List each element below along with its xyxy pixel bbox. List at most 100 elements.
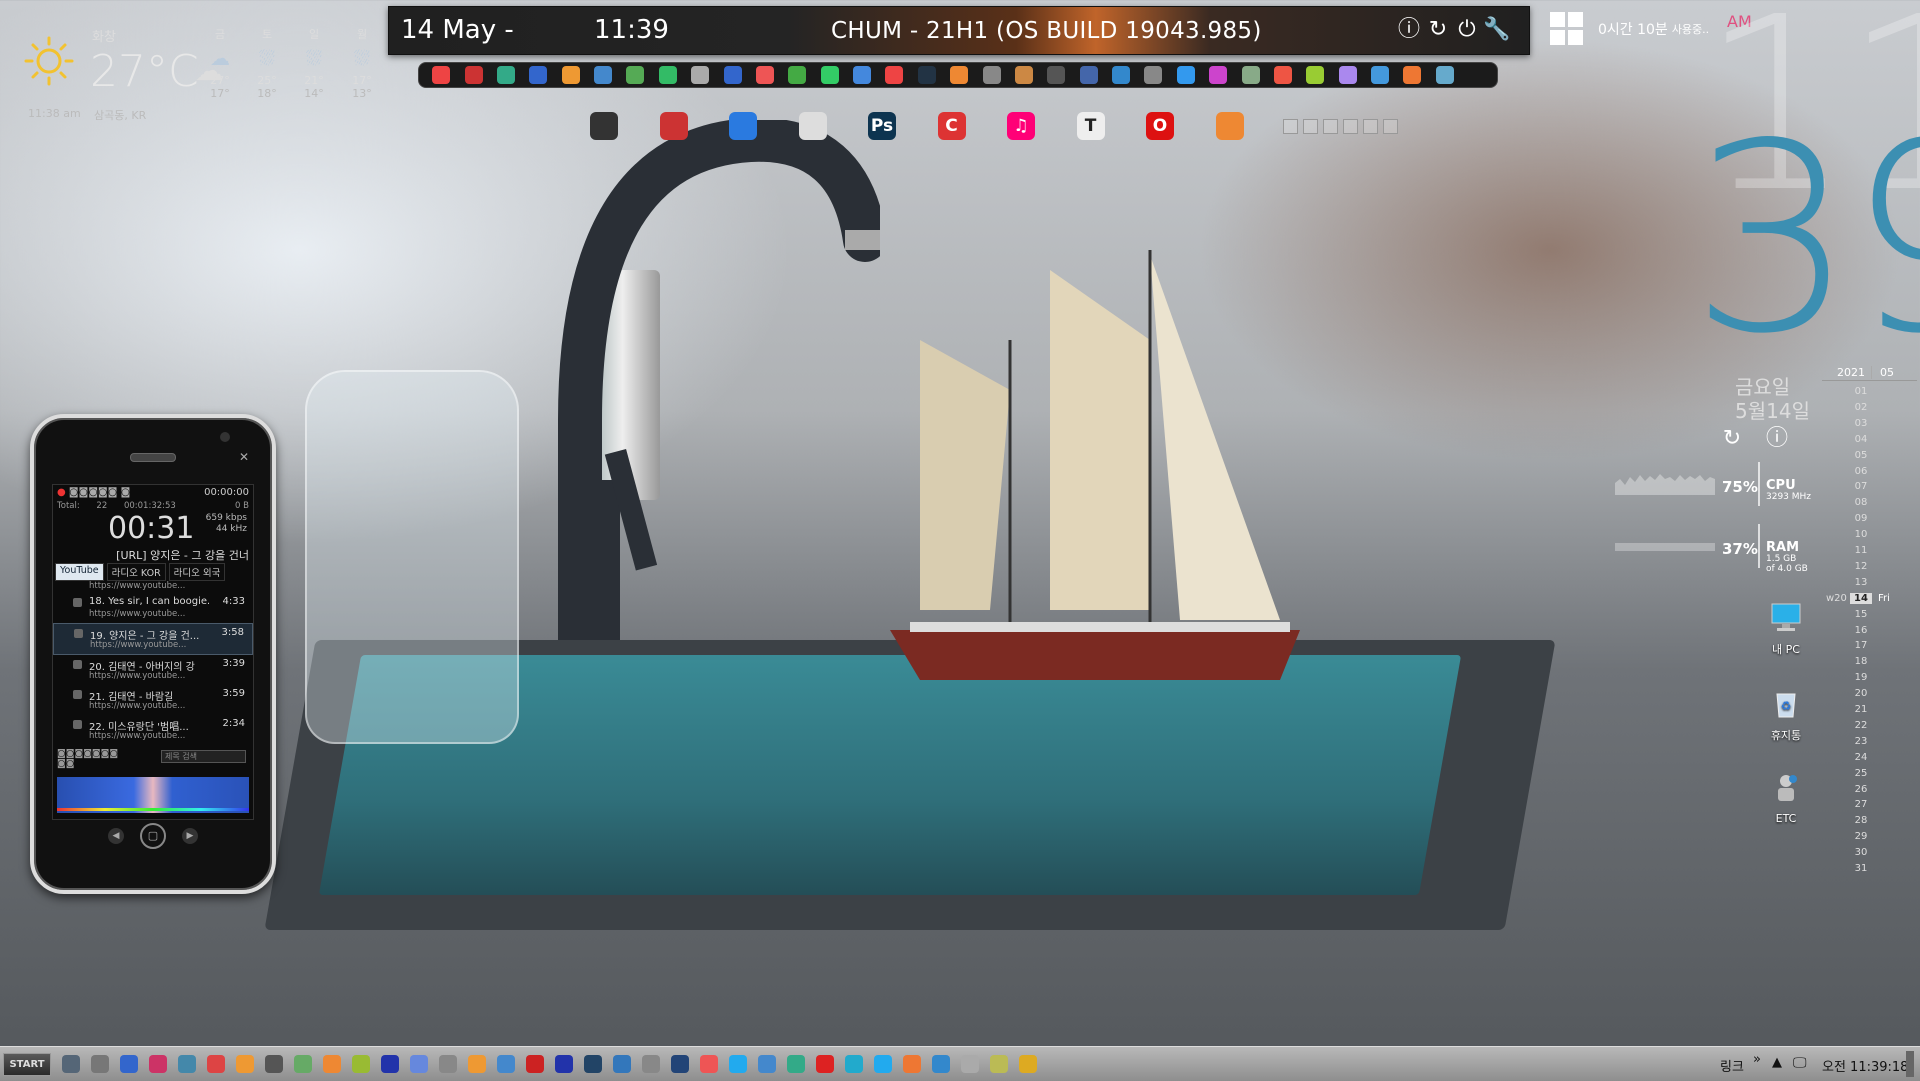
dock-app-icon[interactable]	[1371, 66, 1390, 84]
restart-icon[interactable]: ↻	[1425, 17, 1451, 43]
seek-bar[interactable]	[57, 808, 249, 811]
dock-app-icon[interactable]	[594, 66, 613, 84]
page-indicator[interactable]	[1343, 119, 1358, 134]
taskbar-app-icon[interactable]	[758, 1055, 776, 1073]
tab-radio-kor[interactable]: 라디오 KOR	[106, 563, 166, 581]
dock-app-icon[interactable]	[658, 66, 677, 84]
dock-app-icon[interactable]	[1273, 66, 1292, 84]
dock-app-icon[interactable]	[723, 66, 742, 84]
dock-app-icon[interactable]	[561, 66, 580, 84]
page-indicator[interactable]	[1303, 119, 1318, 134]
windows-logo-icon[interactable]	[1550, 12, 1584, 46]
taskbar-app-icon[interactable]	[1019, 1055, 1037, 1073]
taskbar-app-icon[interactable]	[874, 1055, 892, 1073]
power-info-icon[interactable]: ⓘ	[1765, 427, 1789, 451]
dock-app-icon[interactable]	[1435, 66, 1454, 84]
dock-app-icon[interactable]	[1403, 66, 1422, 84]
page-indicator[interactable]	[1363, 119, 1378, 134]
dock-app-icon[interactable]	[1241, 66, 1260, 84]
close-icon[interactable]: ✕	[239, 450, 253, 464]
player-buttons[interactable]: ◙◙◙◙◙ ◙	[69, 487, 130, 498]
home-button-icon[interactable]: ▢	[140, 823, 166, 849]
page-indicator[interactable]	[1383, 119, 1398, 134]
drive-icon[interactable]	[590, 112, 618, 140]
ccleaner-icon[interactable]: C	[937, 112, 966, 140]
thunderbird-icon[interactable]	[729, 112, 757, 140]
taskbar-app-icon[interactable]	[497, 1055, 515, 1073]
dock-app-icon[interactable]	[1338, 66, 1357, 84]
photoshop-icon[interactable]: Ps	[868, 112, 896, 140]
next-icon[interactable]: ▶	[182, 828, 198, 844]
playlist-track[interactable]: 18. Yes sir, I can boogie... 4:33 https:…	[53, 593, 253, 623]
dock-app-icon[interactable]	[1306, 66, 1325, 84]
taskbar-app-icon[interactable]	[932, 1055, 950, 1073]
dock-app-icon[interactable]	[691, 66, 710, 84]
taskbar-app-icon[interactable]	[323, 1055, 341, 1073]
taskbar-app-icon[interactable]	[526, 1055, 544, 1073]
dock-app-icon[interactable]	[820, 66, 839, 84]
playlist-track[interactable]: 20. 김태연 - 아버지의 강 3:39 https://www.youtub…	[53, 655, 253, 685]
desktop-icon-etc[interactable]: ETC	[1756, 771, 1816, 825]
dock-app-icon[interactable]	[755, 66, 774, 84]
taskbar-app-icon[interactable]	[787, 1055, 805, 1073]
taskbar-app-icon[interactable]	[352, 1055, 370, 1073]
taskbar-app-icon[interactable]	[584, 1055, 602, 1073]
taskbar-app-icon[interactable]	[149, 1055, 167, 1073]
dock-app-icon[interactable]	[626, 66, 645, 84]
dock-app-icon[interactable]	[529, 66, 548, 84]
tab-radio-foreign[interactable]: 라디오 외국	[168, 563, 226, 581]
playlist-search-input[interactable]: 제목 검색	[161, 750, 246, 763]
typora-icon[interactable]: T	[1076, 112, 1105, 140]
chevron-icon[interactable]: »	[1753, 1052, 1761, 1067]
dock-app-icon[interactable]	[1176, 66, 1195, 84]
desktop-icon-recycle-bin[interactable]: ♻ 휴지통	[1756, 686, 1816, 743]
prev-icon[interactable]: ◀	[108, 828, 124, 844]
taskbar-app-icon[interactable]	[410, 1055, 428, 1073]
dock-app-icon[interactable]	[1144, 66, 1163, 84]
itunes-icon[interactable]: ♫	[1007, 112, 1035, 140]
taskbar-app-icon[interactable]	[961, 1055, 979, 1073]
taskbar-app-icon[interactable]	[903, 1055, 921, 1073]
dock-app-icon[interactable]	[432, 66, 451, 84]
dock-app-icon[interactable]	[1209, 66, 1228, 84]
links-toolbar[interactable]: 링크	[1720, 1056, 1744, 1075]
taskbar-app-icon[interactable]	[816, 1055, 834, 1073]
dock-app-icon[interactable]	[853, 66, 872, 84]
tab-youtube[interactable]: YouTube	[55, 563, 104, 581]
dock-app-icon[interactable]	[982, 66, 1001, 84]
dock-app-icon[interactable]	[885, 66, 904, 84]
desktop-icon-my-pc[interactable]: 내 PC	[1756, 600, 1816, 657]
playlist-track[interactable]: 22. 미스유랑단 '범唱... 2:34 https://www.youtub…	[53, 715, 253, 745]
taskbar-app-icon[interactable]	[700, 1055, 718, 1073]
taskbar-app-icon[interactable]	[729, 1055, 747, 1073]
taskbar-clock[interactable]: 오전 11:39:18	[1822, 1056, 1908, 1075]
taskbar-app-icon[interactable]	[555, 1055, 573, 1073]
show-desktop-button[interactable]	[1906, 1051, 1914, 1077]
record-icon[interactable]: ●	[57, 487, 66, 498]
taskbar-app-icon[interactable]	[91, 1055, 109, 1073]
page-indicator[interactable]	[1323, 119, 1338, 134]
taskbar-app-icon[interactable]	[236, 1055, 254, 1073]
dock-app-icon[interactable]	[788, 66, 807, 84]
taskbar-app-icon[interactable]	[990, 1055, 1008, 1073]
dock-app-icon[interactable]	[950, 66, 969, 84]
arrow-app-icon[interactable]	[798, 112, 827, 140]
dock-app-icon[interactable]	[464, 66, 483, 84]
taskbar-app-icon[interactable]	[207, 1055, 225, 1073]
taskbar-app-icon[interactable]	[642, 1055, 660, 1073]
dock-app-icon[interactable]	[1014, 66, 1033, 84]
dock-app-icon[interactable]	[1079, 66, 1098, 84]
taskbar-app-icon[interactable]	[381, 1055, 399, 1073]
dock-app-icon[interactable]	[917, 66, 936, 84]
dock-app-icon[interactable]	[1047, 66, 1066, 84]
taskbar-app-icon[interactable]	[613, 1055, 631, 1073]
network-icon[interactable]: 🖵	[1793, 1055, 1807, 1071]
taskbar-app-icon[interactable]	[439, 1055, 457, 1073]
taskbar-app-icon[interactable]	[294, 1055, 312, 1073]
power-info-icon[interactable]: ⓘ	[1396, 17, 1422, 43]
taskbar-app-icon[interactable]	[845, 1055, 863, 1073]
taskbar-app-icon[interactable]	[178, 1055, 196, 1073]
opera-icon[interactable]: O	[1146, 112, 1174, 140]
wrench-icon[interactable]: 🔧	[1483, 17, 1510, 43]
taskbar-app-icon[interactable]	[265, 1055, 283, 1073]
